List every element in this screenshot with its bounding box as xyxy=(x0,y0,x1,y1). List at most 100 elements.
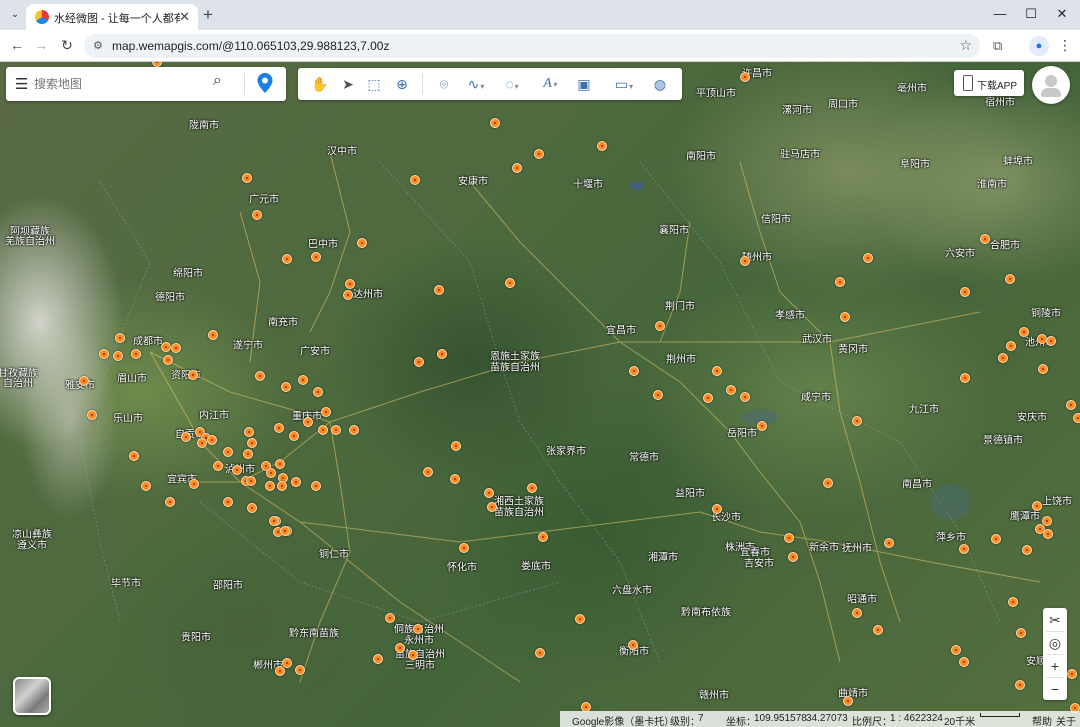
url-text[interactable]: map.wemapgis.com/@110.065103,29.988123,7… xyxy=(112,39,389,53)
map-place-label[interactable]: 九江市 xyxy=(909,405,939,416)
map-place-label[interactable]: 怀化市 xyxy=(447,563,477,574)
map-place-label[interactable]: 湘西土家族 xyxy=(494,497,544,508)
tab-search-chevron-icon[interactable]: ⌄ xyxy=(6,6,24,24)
map-place-label[interactable]: 平顶山市 xyxy=(696,89,736,100)
map-point-marker-icon[interactable] xyxy=(450,474,460,484)
map-place-label[interactable]: 六安市 xyxy=(945,249,975,260)
url-field[interactable]: ⚙ map.wemapgis.com/@110.065103,29.988123… xyxy=(84,34,980,58)
map-point-marker-icon[interactable] xyxy=(318,425,328,435)
map-place-label[interactable]: 淮南市 xyxy=(977,180,1007,191)
select-arrow-icon[interactable]: ➤ xyxy=(336,73,360,95)
map-point-marker-icon[interactable] xyxy=(951,645,961,655)
map-place-label[interactable]: 南充市 xyxy=(268,318,298,329)
hand-pan-icon[interactable]: ✋ xyxy=(308,73,332,95)
map-point-marker-icon[interactable] xyxy=(1038,364,1048,374)
map-point-marker-icon[interactable] xyxy=(266,468,276,478)
map-place-label[interactable]: 咸宁市 xyxy=(801,393,831,404)
map-place-label[interactable]: 乐山市 xyxy=(113,414,143,425)
map-point-marker-icon[interactable] xyxy=(653,390,663,400)
map-point-marker-icon[interactable] xyxy=(1073,413,1080,423)
map-place-label[interactable]: 眉山市 xyxy=(117,374,147,385)
map-point-marker-icon[interactable] xyxy=(213,461,223,471)
map-point-marker-icon[interactable] xyxy=(161,342,171,352)
location-pin-icon[interactable] xyxy=(256,72,274,94)
map-place-label[interactable]: 驻马店市 xyxy=(780,150,820,161)
map-point-marker-icon[interactable] xyxy=(247,503,257,513)
map-place-label[interactable]: 陇南市 xyxy=(189,121,219,132)
map-point-marker-icon[interactable] xyxy=(129,451,139,461)
map-point-marker-icon[interactable] xyxy=(275,666,285,676)
map-point-marker-icon[interactable] xyxy=(275,459,285,469)
map-point-marker-icon[interactable] xyxy=(535,648,545,658)
site-info-icon[interactable]: ⚙ xyxy=(93,39,103,52)
map-place-label[interactable]: 张家界市 xyxy=(546,447,586,458)
map-point-marker-icon[interactable] xyxy=(960,287,970,297)
extensions-puzzle-icon[interactable]: ⧉ xyxy=(993,38,1002,54)
map-point-marker-icon[interactable] xyxy=(712,366,722,376)
map-place-label[interactable]: 上饶市 xyxy=(1042,497,1072,508)
map-place-label[interactable]: 昭通市 xyxy=(847,595,877,606)
screenshot-scissors-icon[interactable]: ✂ xyxy=(1043,609,1067,631)
map-point-marker-icon[interactable] xyxy=(459,543,469,553)
map-place-label[interactable]: 苗族自治州 xyxy=(494,508,544,519)
map-point-marker-icon[interactable] xyxy=(597,141,607,151)
map-point-marker-icon[interactable] xyxy=(575,614,585,624)
map-place-label[interactable]: 南昌市 xyxy=(902,480,932,491)
map-point-marker-icon[interactable] xyxy=(884,538,894,548)
map-place-label[interactable]: 黔南布依族 xyxy=(681,608,731,619)
map-point-marker-icon[interactable] xyxy=(291,477,301,487)
menu-hamburger-icon[interactable]: ☰ xyxy=(15,75,28,93)
map-point-marker-icon[interactable] xyxy=(357,238,367,248)
profile-avatar-icon[interactable]: ● xyxy=(1029,36,1049,56)
map-point-marker-icon[interactable] xyxy=(629,366,639,376)
map-place-label[interactable]: 襄阳市 xyxy=(659,226,689,237)
map-point-marker-icon[interactable] xyxy=(451,441,461,451)
map-point-marker-icon[interactable] xyxy=(242,173,252,183)
map-point-marker-icon[interactable] xyxy=(1006,341,1016,351)
map-place-label[interactable]: 巴中市 xyxy=(308,240,338,251)
place-marker-icon[interactable]: ⌾ xyxy=(432,73,456,95)
map-place-label[interactable]: 羌族自治州 xyxy=(5,237,55,248)
map-point-marker-icon[interactable] xyxy=(487,502,497,512)
map-point-marker-icon[interactable] xyxy=(998,353,1008,363)
map-point-marker-icon[interactable] xyxy=(843,696,853,706)
back-arrow-icon[interactable]: ← xyxy=(8,37,26,53)
search-icon[interactable]: ⌕ xyxy=(213,72,222,90)
map-place-label[interactable]: 孝感市 xyxy=(775,311,805,322)
map-point-marker-icon[interactable] xyxy=(1046,336,1056,346)
map-place-label[interactable]: 益阳市 xyxy=(675,489,705,500)
map-point-marker-icon[interactable] xyxy=(712,504,722,514)
zoom-in-button[interactable]: + xyxy=(1043,655,1067,677)
map-point-marker-icon[interactable] xyxy=(410,175,420,185)
map-place-label[interactable]: 自治州 xyxy=(3,379,33,390)
map-point-marker-icon[interactable] xyxy=(840,312,850,322)
map-place-label[interactable]: 宿州市 xyxy=(985,98,1015,109)
browser-tab[interactable]: 水经微图 - 让每一个人都有自己 ✕ xyxy=(26,4,198,30)
help-link[interactable]: 帮助 xyxy=(1032,713,1052,727)
map-point-marker-icon[interactable] xyxy=(1067,669,1077,679)
map-place-label[interactable]: 汉中市 xyxy=(327,147,357,158)
map-place-label[interactable]: 广元市 xyxy=(249,195,279,206)
map-point-marker-icon[interactable] xyxy=(247,438,257,448)
map-place-label[interactable]: 六盘水市 xyxy=(612,586,652,597)
close-window-button[interactable]: ✕ xyxy=(1052,6,1072,22)
map-point-marker-icon[interactable] xyxy=(823,478,833,488)
map-point-marker-icon[interactable] xyxy=(873,625,883,635)
map-place-label[interactable]: 安庆市 xyxy=(1017,413,1047,424)
map-place-label[interactable]: 赣州市 xyxy=(699,691,729,702)
map-point-marker-icon[interactable] xyxy=(1019,327,1029,337)
map-point-marker-icon[interactable] xyxy=(171,343,181,353)
map-place-label[interactable]: 凉山彝族 xyxy=(12,530,52,541)
map-place-label[interactable]: 广安市 xyxy=(300,347,330,358)
map-point-marker-icon[interactable] xyxy=(1016,628,1026,638)
map-place-label[interactable]: 漯河市 xyxy=(782,106,812,117)
user-avatar[interactable] xyxy=(1032,66,1070,104)
about-link[interactable]: 关于 xyxy=(1056,713,1076,727)
map-point-marker-icon[interactable] xyxy=(628,640,638,650)
map-place-label[interactable]: 三明市 xyxy=(405,661,435,672)
map-point-marker-icon[interactable] xyxy=(505,278,515,288)
map-place-label[interactable]: 恩施土家族 xyxy=(490,352,540,363)
map-point-marker-icon[interactable] xyxy=(527,483,537,493)
draw-polygon-icon[interactable]: ◌▾ xyxy=(496,73,528,95)
map-point-marker-icon[interactable] xyxy=(740,256,750,266)
